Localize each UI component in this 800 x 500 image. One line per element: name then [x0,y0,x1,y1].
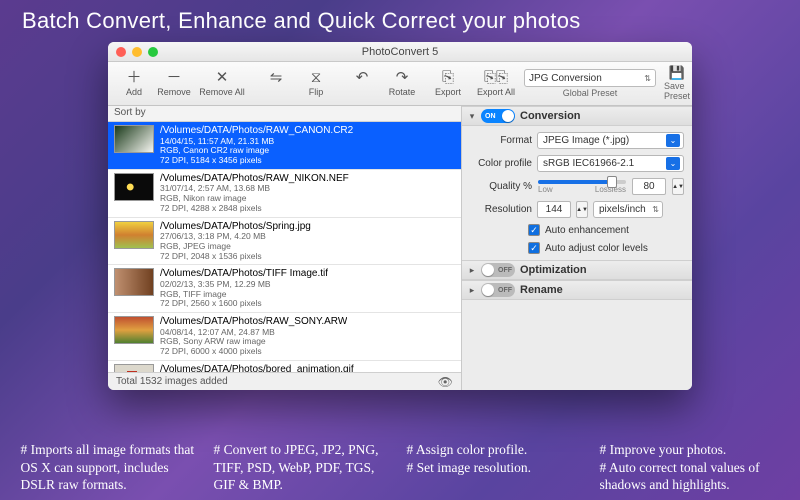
format-select[interactable]: JPEG Image (*.jpg) ⌄ [537,132,684,149]
export-icon: ⎘ [442,70,454,85]
color-profile-label: Color profile [470,158,532,169]
dropdown-icon: ⌄ [666,134,680,147]
preview-toggle-icon[interactable]: 👁 [438,375,453,389]
export-all-icon: ⎘⎘ [484,70,508,85]
flip-v-button[interactable]: ⧖ Flip [296,64,336,104]
rotate-ccw-button[interactable]: ↶ [342,64,382,104]
rename-section-title: Rename [520,284,563,296]
color-profile-value: sRGB IEC61966-2.1 [543,158,634,169]
feature-convert: # Convert to JPEG, JP2, PNG, TIFF, PSD, … [214,441,394,494]
file-list: /Volumes/DATA/Photos/RAW_CANON.CR214/04/… [108,122,461,372]
thumbnail [114,268,154,296]
file-path: /Volumes/DATA/Photos/bored_animation.gif [160,364,354,372]
optimization-section-title: Optimization [520,264,587,276]
thumbnail [114,125,154,153]
file-row[interactable]: /Volumes/DATA/Photos/TIFF Image.tif02/02… [108,265,461,313]
chevron-right-icon[interactable]: ▸ [468,285,476,296]
chevron-updown-icon: ⇅ [652,205,659,214]
rotate-cw-button[interactable]: ↷ Rotate [382,64,422,104]
rotate-cw-icon: ↷ [396,70,409,85]
auto-levels-checkbox[interactable]: ✓ [528,242,540,254]
export-button[interactable]: ⎘ Export [428,64,468,104]
thumbnail [114,364,154,372]
flip-vertical-icon: ⧖ [311,70,322,85]
file-row[interactable]: /Volumes/DATA/Photos/bored_animation.gif… [108,361,461,372]
add-button[interactable]: ＋ Add [114,64,154,104]
minus-icon: － [166,70,181,85]
status-total: Total 1532 images added [116,376,228,387]
plus-icon: ＋ [126,70,141,85]
format-value: JPEG Image (*.jpg) [543,135,629,146]
rotate-ccw-icon: ↶ [356,70,369,85]
resolution-stepper[interactable]: ▲▼ [576,201,588,218]
file-meta-dims: 72 DPI, 5184 x 3456 pixels [160,156,353,166]
resolution-unit-value: pixels/inch [599,204,646,215]
resolution-unit-select[interactable]: pixels/inch ⇅ [593,201,663,218]
dropdown-icon: ⌄ [666,157,680,170]
settings-panel: ▾ ON Conversion Format JPEG Image (*.jpg… [462,106,692,390]
app-window: PhotoConvert 5 ＋ Add － Remove ✕ Remove All … [108,42,692,390]
global-preset-select[interactable]: JPG Conversion ⇅ [524,69,656,87]
save-preset-label: Save Preset [664,81,690,101]
export-label: Export [435,87,461,97]
format-label: Format [470,135,532,146]
rotate-label: Rotate [389,87,416,97]
save-preset-button[interactable]: 💾 Save Preset [664,66,690,101]
remove-label: Remove [157,87,191,97]
add-label: Add [126,87,142,97]
color-profile-select[interactable]: sRGB IEC61966-2.1 ⌄ [537,155,684,172]
rename-toggle[interactable]: OFF [481,283,515,297]
quality-label: Quality % [470,181,532,192]
titlebar: PhotoConvert 5 [108,42,692,62]
chevron-right-icon[interactable]: ▸ [468,265,476,276]
auto-enhancement-checkbox[interactable]: ✓ [528,224,540,236]
file-row[interactable]: /Volumes/DATA/Photos/RAW_SONY.ARW04/08/1… [108,313,461,361]
export-all-label: Export All [477,87,515,97]
window-title: PhotoConvert 5 [108,46,692,58]
quality-low-label: Low [538,185,553,194]
thumbnail [114,173,154,201]
thumbnail [114,316,154,344]
x-icon: ✕ [216,70,229,85]
toolbar: ＋ Add － Remove ✕ Remove All ⇋ ⧖ Flip ↶ ↷ Rota… [108,62,692,106]
flip-h-button[interactable]: ⇋ [256,64,296,104]
chevron-updown-icon: ⇅ [644,74,651,83]
remove-all-label: Remove All [199,87,245,97]
quality-stepper[interactable]: ▲▼ [672,178,684,195]
preset-value: JPG Conversion [529,73,602,84]
quality-slider[interactable] [538,180,626,184]
resolution-label: Resolution [470,204,532,215]
feature-profile: # Assign color profile.# Set image resol… [407,441,587,494]
conversion-toggle[interactable]: ON [481,109,515,123]
remove-all-button[interactable]: ✕ Remove All [194,64,250,104]
feature-imports: # Imports all image formats that OS X ca… [21,441,201,494]
preset-label: Global Preset [563,88,618,98]
file-row[interactable]: /Volumes/DATA/Photos/Spring.jpg27/06/13,… [108,218,461,266]
resolution-input[interactable]: 144 [537,201,571,218]
auto-enhancement-label: Auto enhancement [545,225,629,236]
export-all-button[interactable]: ⎘⎘ Export All [468,64,524,104]
file-meta-dims: 72 DPI, 2048 x 1536 pixels [160,252,311,262]
file-path: /Volumes/DATA/Photos/RAW_CANON.CR2 [160,125,353,137]
optimization-toggle[interactable]: OFF [481,263,515,277]
file-row[interactable]: /Volumes/DATA/Photos/RAW_CANON.CR214/04/… [108,122,461,170]
quality-input[interactable]: 80 [632,178,666,195]
file-meta-dims: 72 DPI, 4288 x 2848 pixels [160,204,349,214]
sort-by-header[interactable]: Sort by [108,106,461,122]
flip-horizontal-icon: ⇋ [270,70,283,85]
chevron-down-icon[interactable]: ▾ [468,111,476,122]
save-icon: 💾 [669,66,685,79]
feature-improve: # Improve your photos.# Auto correct ton… [600,441,780,494]
marketing-headline: Batch Convert, Enhance and Quick Correct… [0,0,800,40]
flip-label: Flip [309,87,324,97]
file-row[interactable]: /Volumes/DATA/Photos/RAW_NIKON.NEF31/07/… [108,170,461,218]
thumbnail [114,221,154,249]
file-meta-dims: 72 DPI, 2560 x 1600 pixels [160,299,328,309]
file-path: /Volumes/DATA/Photos/RAW_SONY.ARW [160,316,347,328]
auto-levels-label: Auto adjust color levels [545,243,648,254]
conversion-section-title: Conversion [520,110,581,122]
remove-button[interactable]: － Remove [154,64,194,104]
file-meta-dims: 72 DPI, 6000 x 4000 pixels [160,347,347,357]
